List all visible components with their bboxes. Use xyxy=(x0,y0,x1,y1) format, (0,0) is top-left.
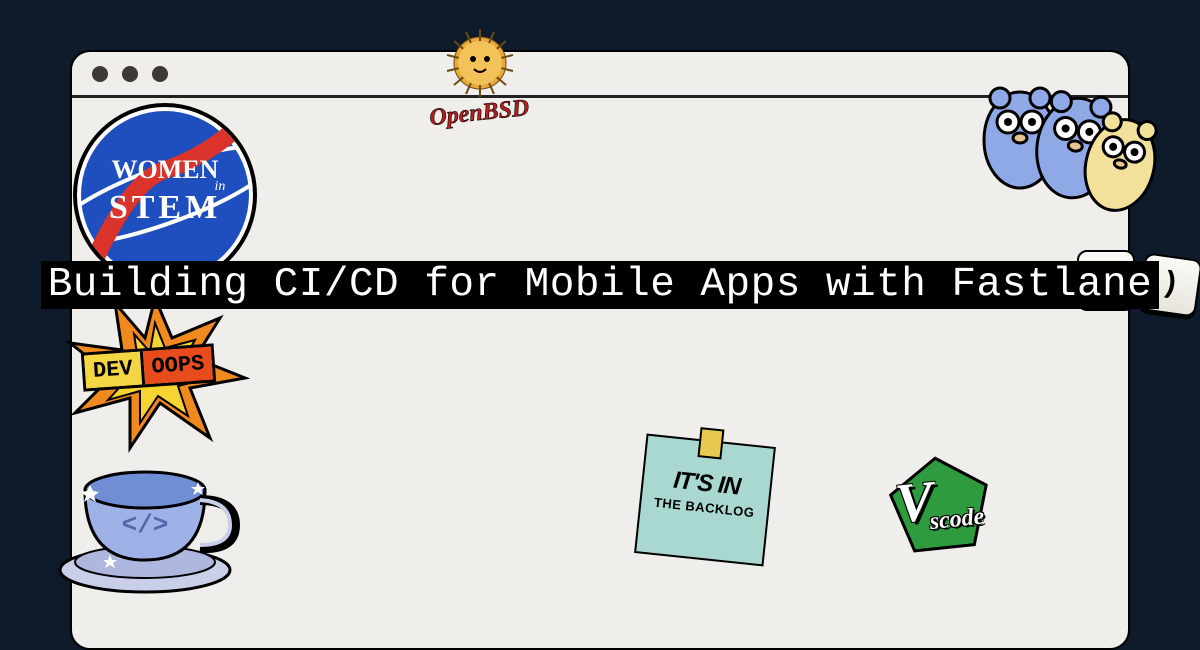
window-dot xyxy=(152,66,168,82)
window-titlebar xyxy=(72,52,1128,98)
code-icon: </> xyxy=(122,510,169,540)
openbsd-sticker: OpenBSD xyxy=(400,28,560,138)
vscode-sticker: V scode xyxy=(870,450,1010,560)
backlog-sticker: IT'S IN THE BACKLOG xyxy=(640,440,770,560)
teacup-sticker: </> xyxy=(50,430,250,600)
page-title: Building CI/CD for Mobile Apps with Fast… xyxy=(0,258,1200,312)
devoops-left: DEV xyxy=(84,351,145,388)
window-dot xyxy=(92,66,108,82)
window-dot xyxy=(122,66,138,82)
vscode-rest: scode xyxy=(928,504,985,537)
devoops-right: OOPS xyxy=(142,347,213,385)
stem-line3: STEM xyxy=(109,189,221,226)
tape-icon xyxy=(697,427,724,459)
openbsd-label: OpenBSD xyxy=(428,95,530,131)
page-title-text: Building CI/CD for Mobile Apps with Fast… xyxy=(41,261,1160,309)
stem-line1: WOMEN xyxy=(112,155,219,184)
go-gophers-sticker xyxy=(980,70,1170,240)
